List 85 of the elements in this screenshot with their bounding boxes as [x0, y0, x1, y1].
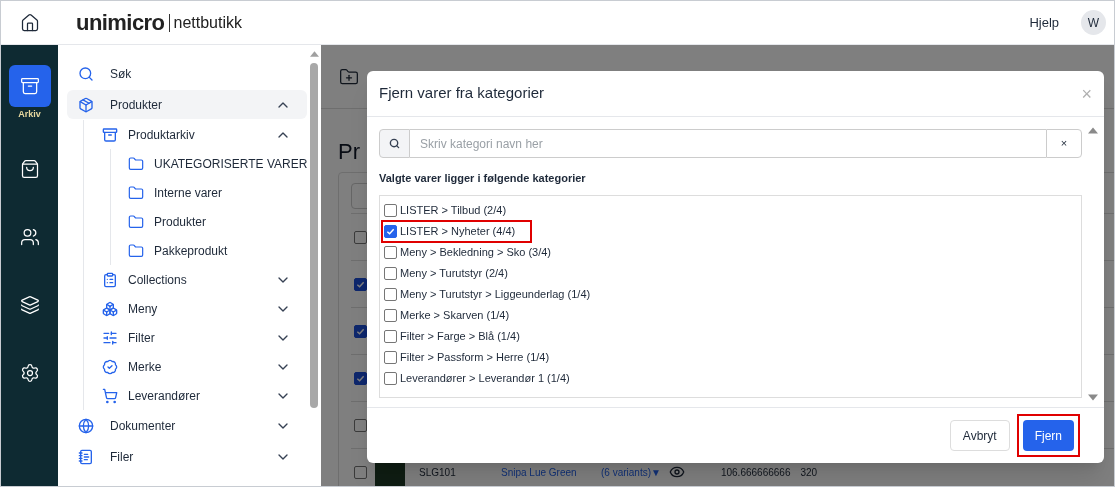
row-checkbox[interactable] [354, 324, 367, 338]
sidebar-subitem[interactable]: Meny [102, 294, 308, 323]
settings-icon [19, 362, 40, 383]
table-cell-text: 320 [800, 465, 818, 480]
check-icon [386, 226, 395, 236]
sidebar-item[interactable]: Dokumenter [67, 411, 308, 440]
clear-button[interactable]: × [1046, 129, 1082, 158]
category-checkbox[interactable] [384, 329, 397, 343]
table-cell-text: 106.666666666 [720, 465, 791, 480]
archive-icon [102, 126, 118, 143]
table-cell-text: SLG101 [419, 465, 457, 480]
users-icon [19, 226, 40, 247]
folder-icon [128, 213, 144, 230]
sidebar-subitem[interactable]: Filter [102, 323, 308, 352]
check-icon [356, 326, 365, 336]
sidebar-subitem[interactable]: Merke [102, 352, 308, 381]
category-checkbox[interactable] [384, 308, 397, 322]
home-icon[interactable] [19, 12, 40, 33]
category-option[interactable]: LISTER > Nyheter (4/4) [383, 221, 531, 241]
row-checkbox[interactable] [354, 277, 367, 291]
sliders-icon [102, 329, 118, 346]
globe-icon [78, 417, 94, 434]
rail-button[interactable] [8, 65, 51, 107]
help-link[interactable]: Hjelp [1029, 12, 1059, 33]
archive-icon [19, 76, 40, 96]
check-icon [356, 373, 365, 383]
scroll-up-arrow-icon[interactable] [1088, 127, 1098, 134]
scroll-down-arrow-icon[interactable] [1088, 394, 1098, 401]
category-option[interactable]: Meny > Bekledning > Sko (3/4) [383, 242, 567, 262]
search-icon [78, 65, 94, 82]
folder-item[interactable]: UKATEGORISERTE VARER [128, 149, 308, 178]
list-label: Valgte varer ligger i følgende kategorier [379, 171, 587, 186]
category-checkbox[interactable] [384, 203, 397, 217]
folder-item[interactable]: Interne varer [128, 178, 308, 207]
folder-icon [128, 155, 144, 172]
boxes-icon [102, 300, 118, 317]
sidebar-item[interactable]: Filer [67, 442, 308, 471]
notebook-icon [78, 448, 94, 465]
folder-item[interactable]: Produkter [128, 207, 308, 236]
logo-divider [168, 13, 170, 32]
cancel-button[interactable]: Avbryt [949, 420, 1010, 451]
folder-plus-icon[interactable] [339, 66, 359, 87]
sidebar-item[interactable]: Produkter [67, 90, 308, 119]
category-search-field[interactable]: Skriv kategori navn her [410, 129, 1046, 158]
category-checkbox[interactable] [384, 350, 397, 364]
dialog-title: Fjern varer fra kategorier [379, 83, 546, 104]
sidebar-subitem[interactable]: Produktarkiv [102, 120, 308, 149]
category-checkbox[interactable] [384, 266, 397, 280]
category-checkbox[interactable] [384, 245, 397, 259]
category-option[interactable]: Meny > Turutstyr (2/4) [383, 263, 523, 283]
folder-icon [128, 242, 144, 259]
category-option[interactable]: Meny > Turutstyr > Liggeunderlag (1/4) [383, 284, 606, 304]
folder-icon [128, 184, 144, 201]
sidebar-subitem[interactable]: Leverandører [102, 381, 308, 410]
cube-icon [78, 96, 94, 113]
badge-icon [102, 358, 118, 375]
folder-item[interactable]: Pakkeprodukt [128, 236, 308, 265]
logo-subtitle: nettbutikk [173, 12, 242, 33]
scroll-up-arrow-icon[interactable] [309, 51, 319, 57]
category-option[interactable]: Merke > Skarven (1/4) [383, 305, 525, 325]
cart-icon [102, 387, 118, 404]
eye-icon[interactable] [668, 464, 685, 480]
page-heading: Pr [338, 141, 360, 163]
category-option[interactable]: Filter > Farge > Blå (1/4) [383, 326, 535, 346]
category-option[interactable]: Filter > Passform > Herre (1/4) [383, 347, 565, 367]
row-checkbox[interactable] [354, 465, 367, 479]
category-checkbox[interactable] [384, 224, 397, 238]
layers-icon [19, 294, 40, 315]
row-checkbox[interactable] [354, 418, 367, 432]
rail-label: Arkiv [18, 108, 41, 121]
clipboard-icon [102, 271, 118, 288]
shopping-bag-icon [19, 158, 40, 179]
category-checkbox[interactable] [384, 371, 397, 385]
category-option[interactable]: Leverandører > Leverandør 1 (1/4) [383, 368, 585, 388]
sidebar-subitem[interactable]: Collections [102, 265, 308, 294]
search-icon [389, 138, 400, 149]
logo: unimicro [76, 9, 165, 37]
user-avatar[interactable]: W [1081, 10, 1106, 35]
category-option[interactable]: LISTER > Tilbud (2/4) [383, 200, 522, 220]
sidebar-item[interactable]: Søk [67, 59, 308, 88]
row-checkbox[interactable] [354, 371, 367, 385]
row-checkbox[interactable] [354, 230, 367, 244]
remove-button[interactable]: Fjern [1022, 420, 1074, 451]
check-icon [356, 279, 365, 289]
category-checkbox[interactable] [384, 287, 397, 301]
